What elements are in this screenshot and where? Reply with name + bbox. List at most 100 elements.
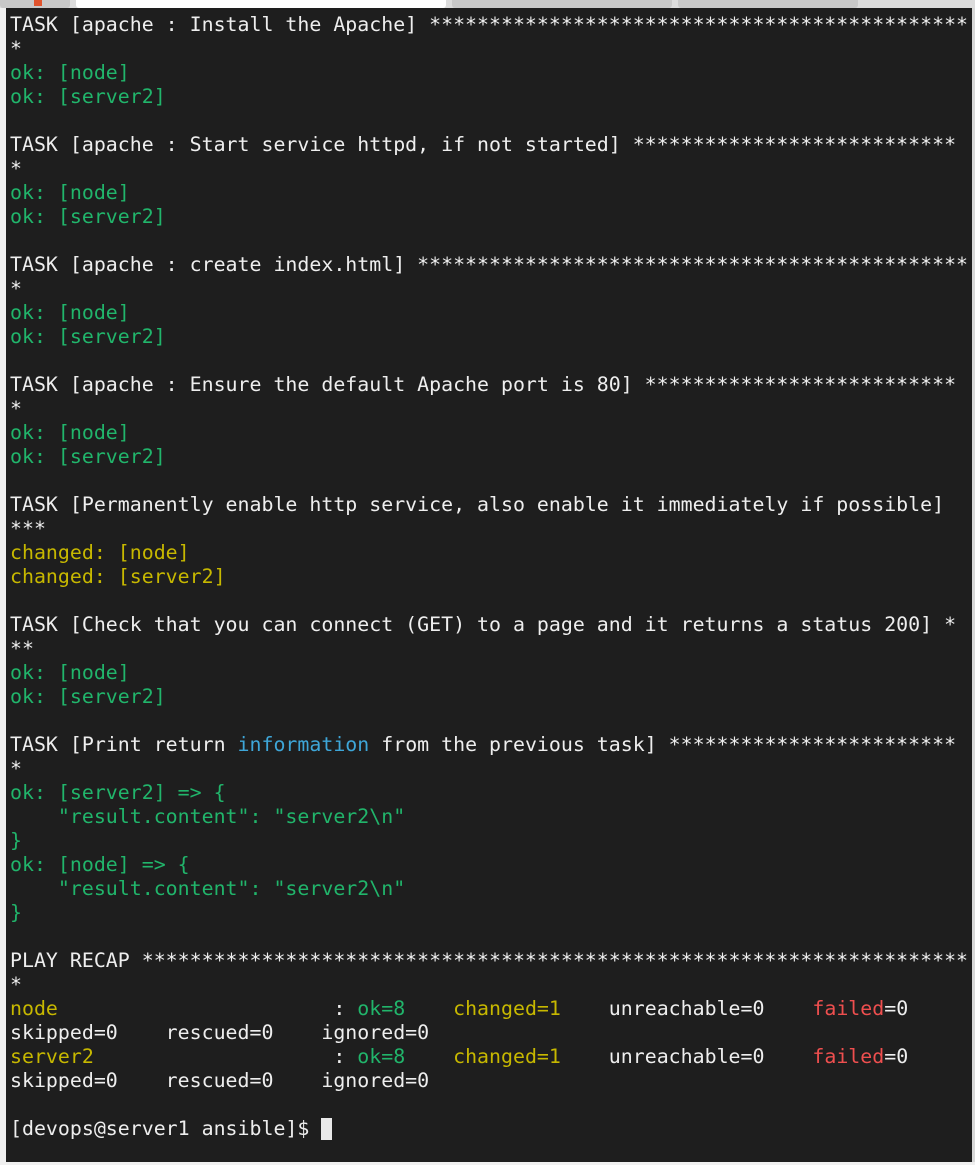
terminal-line: TASK [apache : Install the Apache] *****… [10, 13, 968, 37]
terminal-text: ok: [server2] [10, 85, 166, 108]
terminal-line: } [10, 829, 968, 853]
terminal-text: : [57, 997, 358, 1020]
terminal-text: * [10, 157, 22, 180]
terminal-line: TASK [Check that you can connect (GET) t… [10, 613, 968, 637]
terminal-text: TASK [Print return [10, 733, 238, 756]
terminal-text: ok: [node] [10, 301, 130, 324]
terminal-line: * [10, 157, 968, 181]
terminal-text: failed [812, 997, 885, 1020]
terminal-line: ok: [node] [10, 301, 968, 325]
terminal-text: ** [10, 637, 34, 660]
terminal-line: * [10, 37, 968, 61]
terminal-line: *** [10, 517, 968, 541]
terminal-text: *** [10, 517, 46, 540]
terminal-text: TASK [apache : Install the Apache] *****… [10, 13, 969, 36]
terminal-text: "result.content": "server2\n" [10, 805, 406, 828]
terminal-line: * [10, 757, 968, 781]
terminal-text: } [10, 829, 22, 852]
terminal-line: ok: [node] [10, 421, 968, 445]
terminal-text: TASK [Check that you can connect (GET) t… [10, 613, 957, 636]
terminal-text: ok: [server2] [10, 445, 166, 468]
terminal-text: * [10, 37, 22, 60]
terminal-window: TASK [apache : Install the Apache] *****… [0, 0, 975, 1165]
terminal-line: * [10, 277, 968, 301]
terminal-line: ** [10, 637, 968, 661]
terminal-text: TASK [apache : Ensure the default Apache… [10, 373, 957, 396]
terminal-line: changed: [server2] [10, 565, 968, 589]
terminal-text: skipped=0 rescued=0 ignored=0 [10, 1021, 430, 1044]
terminal-line: changed: [node] [10, 541, 968, 565]
tab-active[interactable] [76, 0, 446, 8]
terminal-line: ok: [server2] [10, 85, 968, 109]
terminal-text: ok: [node] [10, 61, 130, 84]
terminal-text: * [10, 277, 22, 300]
terminal-text: =0 [884, 997, 909, 1020]
terminal-text: [devops@server1 ansible]$ [10, 1117, 322, 1140]
terminal-text: } [10, 901, 22, 924]
tab-inactive[interactable] [452, 0, 672, 8]
terminal-line: TASK [apache : Ensure the default Apache… [10, 373, 968, 397]
terminal-text: * [10, 757, 22, 780]
terminal-line: ok: [node] => { [10, 853, 968, 877]
terminal-text: ok: [server2] [10, 685, 166, 708]
terminal-text: skipped=0 rescued=0 ignored=0 [10, 1069, 430, 1092]
terminal-text: ok: [server2] => { [10, 781, 226, 804]
terminal-output[interactable]: TASK [apache : Install the Apache] *****… [6, 8, 972, 1162]
terminal-text: ok=8 [357, 997, 406, 1020]
terminal-line: ok: [server2] [10, 685, 968, 709]
terminal-text: TASK [Permanently enable http service, a… [10, 493, 945, 516]
terminal-line: PLAY RECAP *****************************… [10, 949, 968, 973]
terminal-line: * [10, 973, 968, 997]
terminal-line: TASK [apache : create index.html] ******… [10, 253, 968, 277]
tab-inactive[interactable] [0, 0, 70, 8]
terminal-text: ok: [server2] [10, 205, 166, 228]
cursor-block [321, 1118, 333, 1140]
terminal-text: "result.content": "server2\n" [10, 877, 406, 900]
terminal-text: ok: [server2] [10, 325, 166, 348]
terminal-text: : [93, 1045, 358, 1068]
terminal-line: } [10, 901, 968, 925]
terminal-text: failed [812, 1045, 885, 1068]
tab-strip [0, 0, 975, 8]
app-icon [34, 0, 42, 6]
terminal-text: ok: [node] [10, 181, 130, 204]
terminal-line: ok: [server2] [10, 205, 968, 229]
terminal-text: ok: [node] => { [10, 853, 190, 876]
terminal-line: ok: [server2] => { [10, 781, 968, 805]
terminal-lines: TASK [apache : Install the Apache] *****… [10, 13, 968, 1141]
terminal-line: TASK [apache : Start service httpd, if n… [10, 133, 968, 157]
terminal-text: from the previous task] ****************… [369, 733, 957, 756]
terminal-line: node : ok=8 changed=1 unreachable=0 fail… [10, 997, 968, 1021]
terminal-text: ok=8 [357, 1045, 406, 1068]
terminal-line: ok: [node] [10, 61, 968, 85]
terminal-line: ok: [node] [10, 181, 968, 205]
terminal-text: server2 [10, 1045, 94, 1068]
terminal-text: changed: [node] [10, 541, 190, 564]
terminal-line: ok: [server2] [10, 325, 968, 349]
terminal-text: * [10, 973, 22, 996]
terminal-line: ok: [node] [10, 661, 968, 685]
terminal-line: [devops@server1 ansible]$ [10, 1117, 968, 1141]
terminal-line: "result.content": "server2\n" [10, 805, 968, 829]
terminal-line: skipped=0 rescued=0 ignored=0 [10, 1069, 968, 1093]
terminal-text: changed: [server2] [10, 565, 226, 588]
terminal-line: * [10, 397, 968, 421]
terminal-text: PLAY RECAP *****************************… [10, 949, 969, 972]
terminal-text: ok: [node] [10, 661, 130, 684]
terminal-text: unreachable=0 [560, 1045, 813, 1068]
terminal-text: unreachable=0 [560, 997, 813, 1020]
terminal-text: changed=1 [453, 1045, 561, 1068]
terminal-text: changed=1 [453, 997, 561, 1020]
tab-inactive[interactable] [678, 0, 858, 8]
terminal-line: TASK [Print return information from the … [10, 733, 968, 757]
terminal-text: =0 [884, 1045, 909, 1068]
terminal-line: skipped=0 rescued=0 ignored=0 [10, 1021, 968, 1045]
terminal-line: "result.content": "server2\n" [10, 877, 968, 901]
terminal-text: TASK [apache : Start service httpd, if n… [10, 133, 957, 156]
